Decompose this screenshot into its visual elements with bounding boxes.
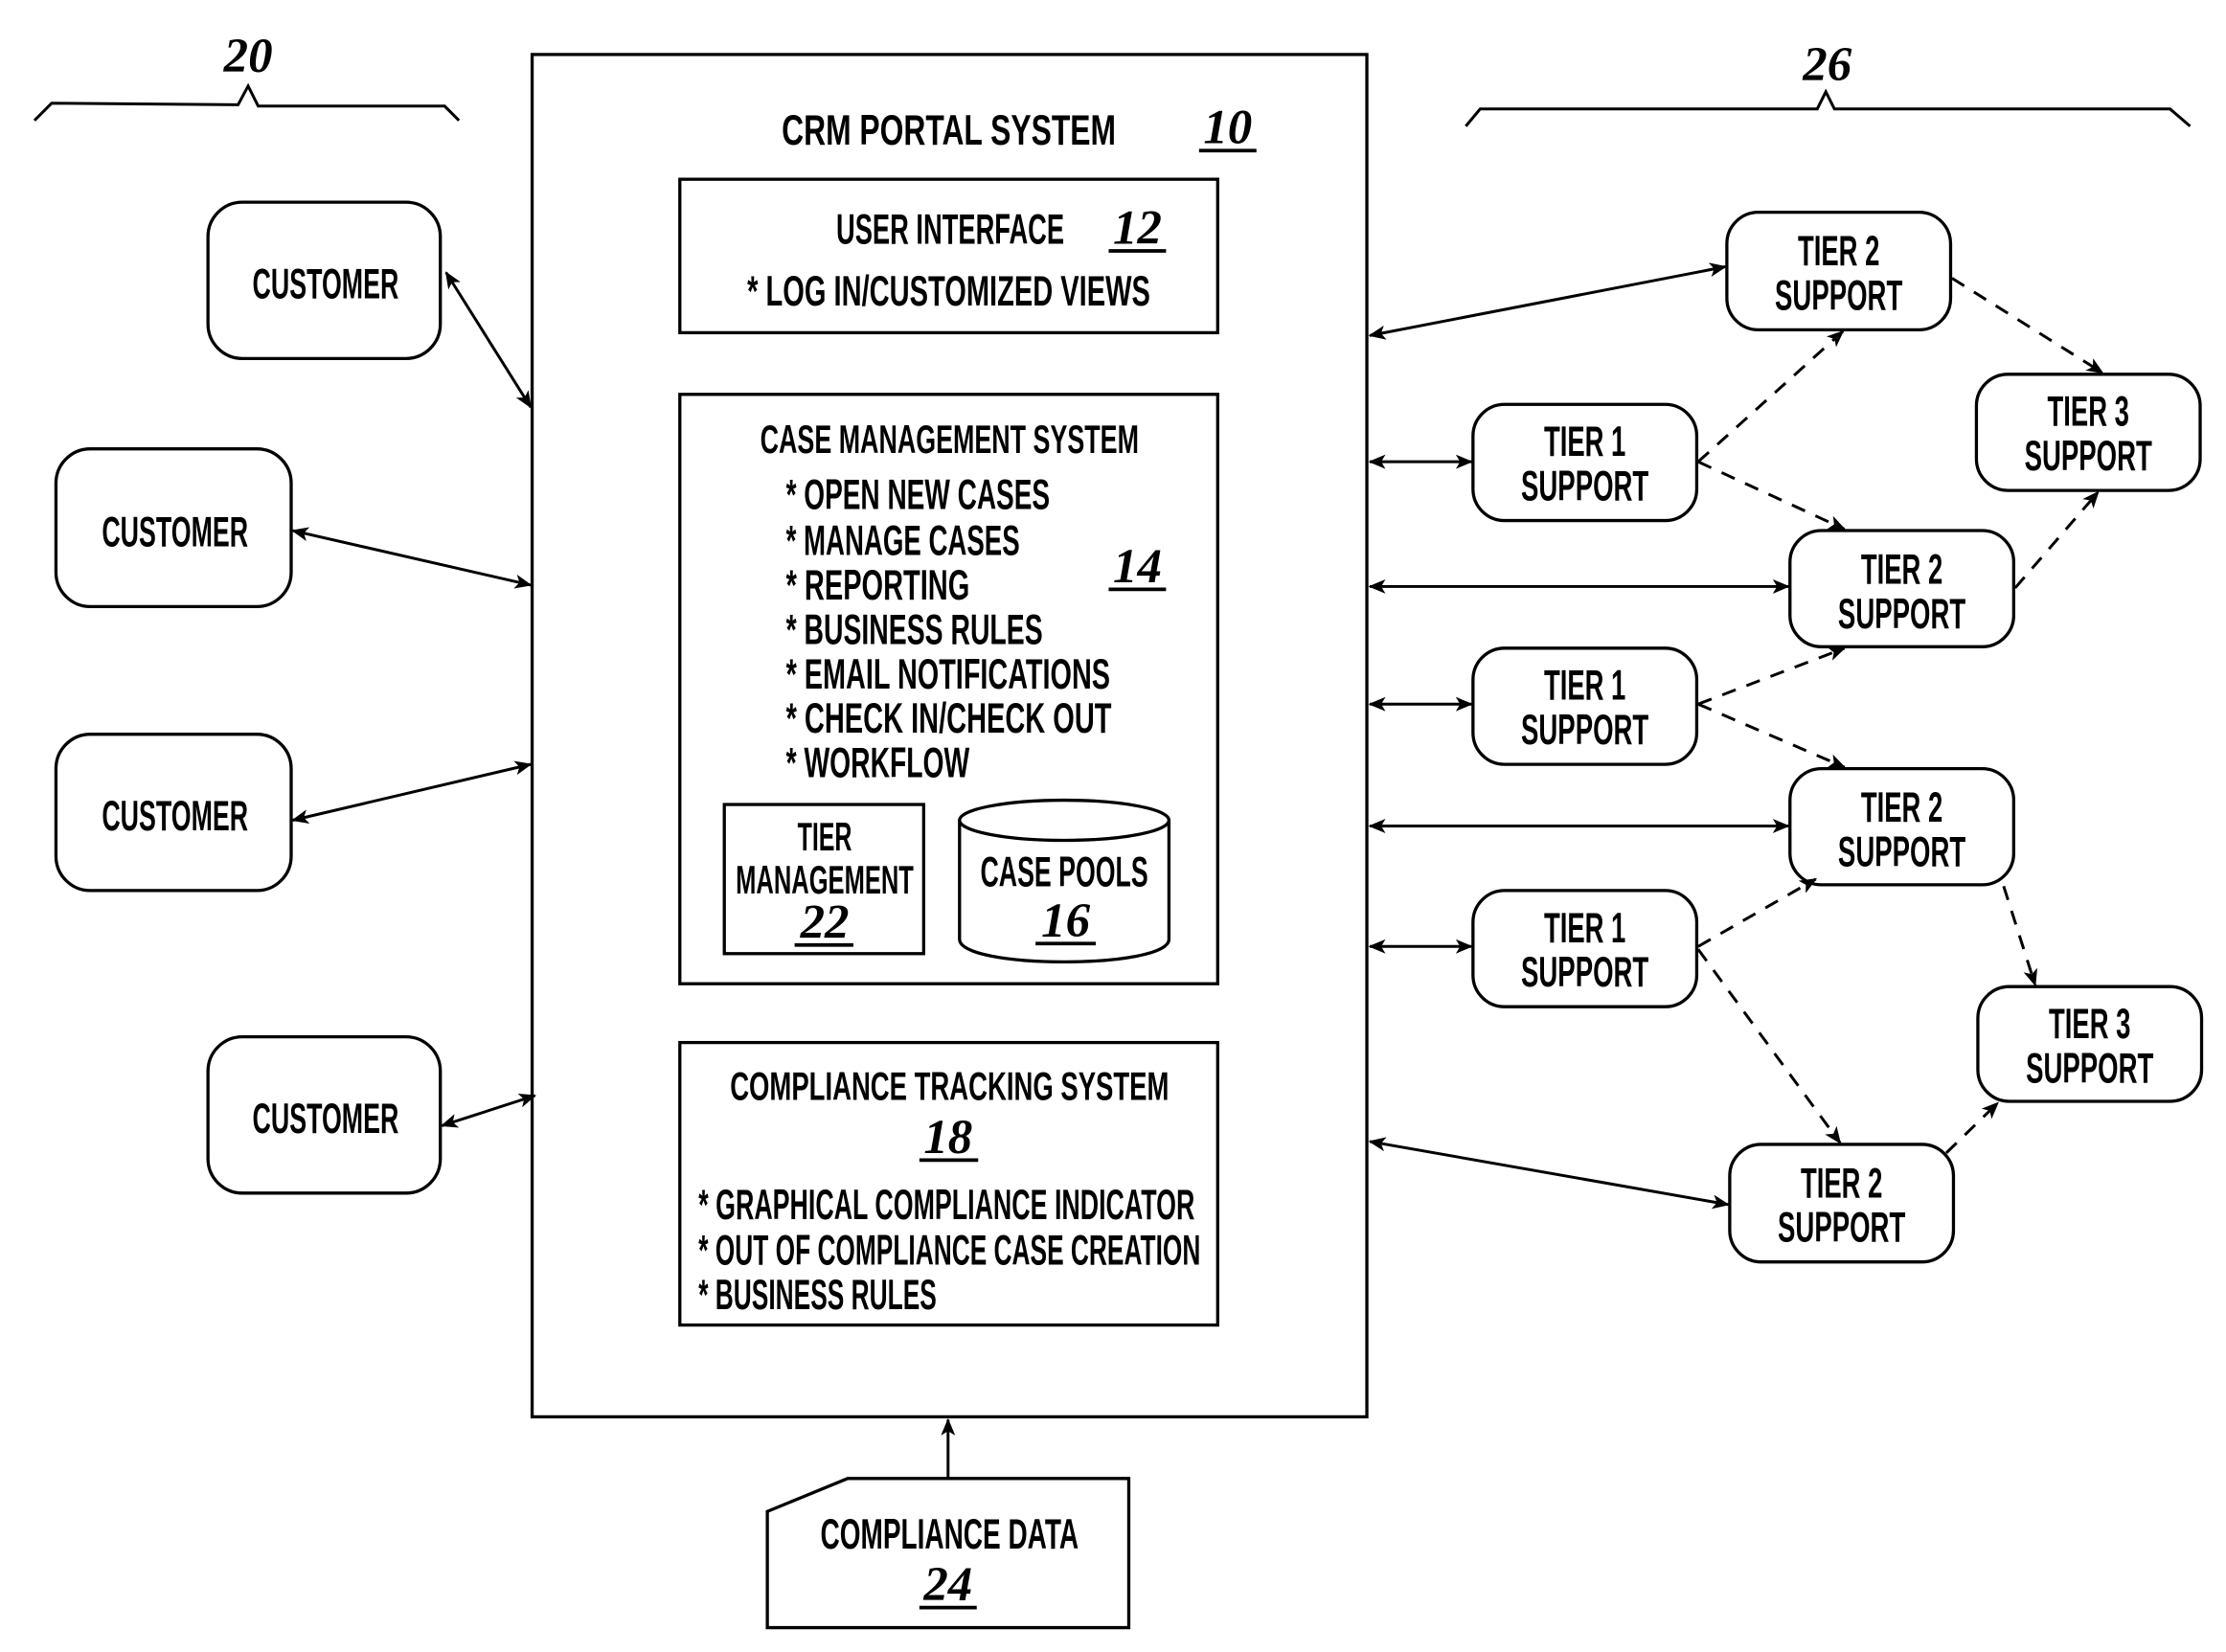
escalation-arrow (1944, 1101, 1999, 1154)
escalation-arrow (1697, 877, 1818, 948)
escalation-arrow (1697, 460, 1847, 531)
user-interface-ref: 12 (1113, 202, 1162, 256)
support-tier-label: TIER 2 (1861, 544, 1942, 593)
case-management-feature: * MANAGE CASES (786, 515, 1020, 564)
support-label: SUPPORT (1778, 1203, 1905, 1252)
crm-portal-ref: 10 (1203, 102, 1252, 155)
case-management-feature: * OPEN NEW CASES (786, 470, 1051, 519)
case-management-feature: * CHECK IN/CHECK OUT (786, 693, 1112, 742)
case-pools-database: CASE POOLS 16 (958, 798, 1171, 963)
support-tier-label: TIER 1 (1544, 417, 1625, 465)
customer-node: CUSTOMER (206, 1034, 443, 1195)
support-tier-label: TIER 2 (1798, 226, 1879, 275)
escalation-arrow (2002, 885, 2037, 987)
case-management-feature: * WORKFLOW (786, 738, 970, 787)
support-label: SUPPORT (2025, 431, 2152, 480)
customer-crm-arrow (291, 760, 533, 825)
case-pools-title: CASE POOLS (980, 847, 1147, 895)
case-management-feature: * BUSINESS RULES (786, 604, 1043, 653)
tier-management-module: TIER MANAGEMENT 22 (722, 803, 925, 956)
support-label: SUPPORT (1775, 270, 1902, 319)
support-tier-label: TIER 3 (2048, 387, 2129, 436)
support-label: SUPPORT (1521, 462, 1648, 510)
case-management-title: CASE MANAGEMENT SYSTEM (761, 417, 1139, 462)
compliance-data-input: COMPLIANCE DATA 24 (765, 1417, 1131, 1630)
customer-node: CUSTOMER (206, 200, 443, 360)
tier-management-ref: 22 (800, 895, 850, 949)
compliance-tracking-module: COMPLIANCE TRACKING SYSTEM 18 * GRAPHICA… (678, 1040, 1219, 1327)
escalation-arrow (1696, 948, 1842, 1144)
support-node-tier1: TIER 1 SUPPORT (1471, 646, 1699, 766)
case-management-module: CASE MANAGEMENT SYSTEM * OPEN NEW CASES … (678, 393, 1219, 985)
escalation-arrow (1697, 646, 1847, 706)
compliance-data-ref: 24 (922, 1558, 972, 1612)
case-management-ref: 14 (1113, 540, 1162, 594)
compliance-tracking-feature: * BUSINESS RULES (698, 1270, 937, 1319)
support-node-tier2: TIER 2 SUPPORT (1728, 1143, 1956, 1264)
support-node-tier3: TIER 3 SUPPORT (1976, 984, 2204, 1103)
crm-portal-system: CRM PORTAL SYSTEM 10 USER INTERFACE 12 *… (530, 53, 1369, 1419)
case-management-feature: * REPORTING (786, 560, 970, 609)
customer-label: CUSTOMER (253, 259, 399, 307)
support-tier-label: TIER 3 (2049, 999, 2130, 1048)
support-group-brace: 26 (1465, 38, 2192, 127)
support-tier-label: TIER 2 (1861, 782, 1942, 831)
customer-label: CUSTOMER (253, 1094, 399, 1143)
customer-crm-arrow (291, 527, 533, 589)
support-tier-label: TIER 2 (1801, 1158, 1882, 1207)
compliance-tracking-title: COMPLIANCE TRACKING SYSTEM (730, 1064, 1169, 1109)
tier-management-line1: TIER (798, 814, 852, 859)
user-interface-module: USER INTERFACE 12 * LOG IN/CUSTOMIZED VI… (678, 177, 1219, 335)
support-tier-label: TIER 1 (1544, 661, 1625, 710)
crm-support-arrow (1368, 1137, 1730, 1210)
support-node-tier2: TIER 2 SUPPORT (1788, 529, 2016, 648)
case-management-feature: * EMAIL NOTIFICATIONS (786, 649, 1110, 698)
customer-crm-arrow (444, 271, 533, 409)
support-label: SUPPORT (1838, 826, 1965, 875)
crm-portal-title: CRM PORTAL SYSTEM (782, 105, 1116, 154)
case-pools-ref: 16 (1041, 894, 1090, 948)
customer-node: CUSTOMER (54, 447, 293, 609)
customer-group-ref: 20 (223, 30, 273, 83)
customer-crm-arrow (440, 1093, 536, 1128)
support-node-tier1: TIER 1 SUPPORT (1471, 889, 1699, 1008)
user-interface-title: USER INTERFACE (836, 205, 1064, 254)
support-tier-label: TIER 1 (1544, 903, 1625, 952)
escalation-arrow (2013, 490, 2100, 589)
support-label: SUPPORT (2026, 1044, 2153, 1093)
customer-label: CUSTOMER (102, 791, 248, 840)
compliance-tracking-ref: 18 (923, 1111, 972, 1165)
support-node-tier2: TIER 2 SUPPORT (1788, 766, 2016, 887)
customer-group-brace: 20 (33, 30, 461, 122)
support-label: SUPPORT (1521, 947, 1648, 996)
crm-system-diagram: 20 26 CRM PORTAL SYSTEM 10 USER INTERFAC… (33, 30, 2204, 1630)
escalation-arrow (1696, 329, 1845, 464)
compliance-tracking-feature: * GRAPHICAL COMPLIANCE INDICATOR (698, 1180, 1194, 1229)
support-label: SUPPORT (1521, 705, 1648, 754)
compliance-tracking-feature: * OUT OF COMPLIANCE CASE CREATION (698, 1226, 1200, 1275)
escalation-arrow (1951, 277, 2104, 374)
customer-node: CUSTOMER (54, 733, 293, 893)
customer-label: CUSTOMER (102, 508, 248, 556)
compliance-data-title: COMPLIANCE DATA (821, 1509, 1079, 1558)
support-label: SUPPORT (1838, 589, 1965, 638)
support-node-tier2: TIER 2 SUPPORT (1725, 210, 1953, 332)
crm-support-arrow (1368, 262, 1727, 340)
user-interface-feature: * LOG IN/CUSTOMIZED VIEWS (747, 266, 1150, 315)
escalation-arrow (1697, 702, 1847, 769)
support-group-ref: 26 (1802, 38, 1851, 92)
support-node-tier1: TIER 1 SUPPORT (1471, 402, 1699, 523)
support-node-tier3: TIER 3 SUPPORT (1974, 373, 2202, 492)
